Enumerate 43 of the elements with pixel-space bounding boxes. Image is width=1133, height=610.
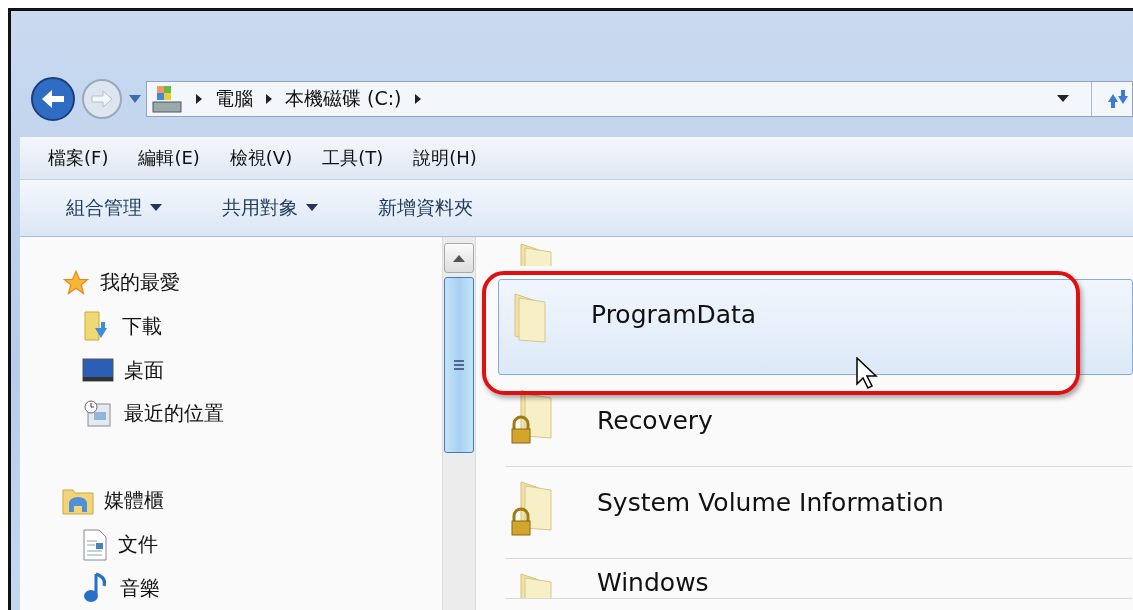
up-arrow-icon <box>453 254 465 262</box>
breadcrumb[interactable]: 電腦 <box>215 86 253 112</box>
desktop-icon <box>82 357 114 384</box>
chevron-icon <box>413 93 422 105</box>
breadcrumb[interactable]: 本機磁碟 (C:) <box>285 86 402 112</box>
grip-icon <box>453 359 465 371</box>
file-name[interactable]: System Volume Information <box>597 488 944 517</box>
nav-group[interactable]: 我的最愛 <box>100 269 180 297</box>
file-name[interactable]: ProgramData <box>591 300 757 329</box>
nav-group[interactable]: 媒體櫃 <box>104 487 164 515</box>
menu-item[interactable]: 說明(H) <box>413 146 477 170</box>
file-row-selected[interactable]: ProgramData <box>498 279 1133 375</box>
scroll-up-button[interactable] <box>444 243 474 273</box>
scrollbar[interactable] <box>442 237 476 610</box>
nav-item[interactable]: 桌面 <box>124 356 164 384</box>
file-row[interactable]: Windows <box>504 559 1133 599</box>
file-row[interactable]: Recovery <box>504 375 1133 467</box>
mouse-pointer-icon <box>856 357 878 389</box>
menu-item[interactable]: 檢視(V) <box>229 146 293 170</box>
file-name[interactable]: Windows <box>597 568 709 597</box>
nav-item[interactable]: 下載 <box>122 312 162 340</box>
document-icon <box>82 528 108 561</box>
computer-icon <box>151 84 183 114</box>
recent-places-icon <box>82 397 114 430</box>
toolbar-button[interactable]: 共用對象 <box>216 191 324 225</box>
menu-item[interactable]: 工具(T) <box>322 146 384 170</box>
file-row[interactable]: System Volume Information <box>504 467 1133 559</box>
toolbar-button[interactable]: 新增資料夾 <box>372 191 479 225</box>
nav-item[interactable]: 音樂 <box>120 574 160 602</box>
address-bar[interactable]: 電腦 本機磁碟 (C:) <box>146 81 1133 117</box>
nav-item[interactable]: 最近的位置 <box>124 400 224 428</box>
star-icon <box>62 268 90 297</box>
scroll-thumb[interactable] <box>444 277 474 453</box>
caret-icon <box>1057 95 1069 103</box>
file-name[interactable]: Recovery <box>597 406 713 435</box>
menu-item[interactable]: 編輯(E) <box>138 146 200 170</box>
chevron-icon <box>265 93 273 105</box>
history-dropdown-icon[interactable] <box>128 94 142 104</box>
back-button[interactable] <box>30 76 76 122</box>
toolbar-button[interactable]: 組合管理 <box>60 191 168 225</box>
chevron-icon <box>195 93 203 105</box>
nav-item[interactable]: 文件 <box>118 531 158 559</box>
menu-item[interactable]: 檔案(F) <box>48 146 109 170</box>
